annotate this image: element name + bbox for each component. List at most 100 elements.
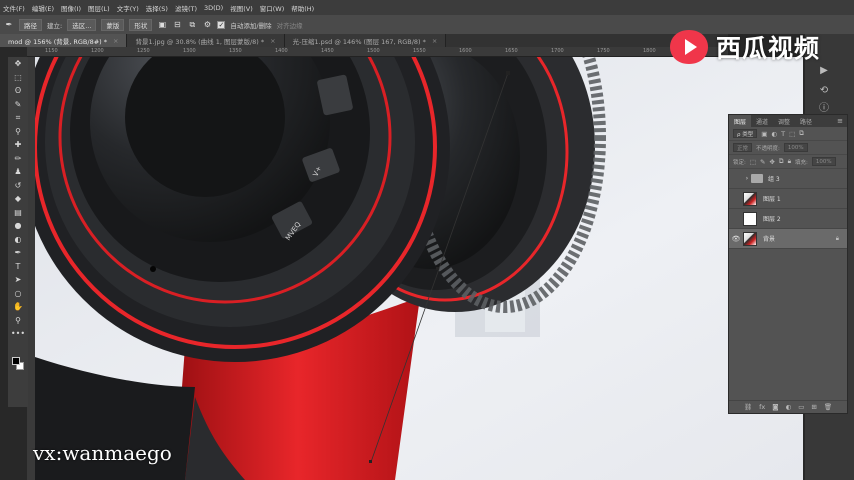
lasso-tool-icon[interactable]: ʘ [8,84,28,98]
delete-layer-icon[interactable]: 🗑︎ [824,403,832,411]
chevron-right-icon[interactable]: › [743,175,751,182]
fill-field[interactable]: 100% [811,157,836,166]
folder-icon [751,174,763,183]
add-mask-icon[interactable]: ◙ [772,403,778,411]
menu-item[interactable]: 3D(D) [204,4,223,12]
dodge-tool-icon[interactable]: ◐ [8,233,28,247]
document-canvas[interactable]: MVEQ V+ [35,57,803,480]
blend-mode-select[interactable]: 正常 [733,143,753,152]
make-mask-button[interactable]: 蒙版 [101,18,125,31]
adjustment-layer-icon[interactable]: ◐ [786,403,792,411]
menu-item[interactable]: 图像(I) [61,3,81,13]
opacity-field[interactable]: 100% [783,143,808,152]
stamp-tool-icon[interactable]: ♟ [8,165,28,179]
path-alignment-icon[interactable]: ⊟ [172,20,182,30]
settings-gear-icon[interactable]: ⚙ [202,20,212,30]
document-tab-3[interactable]: 光-压缩1.psd @ 146% (图层 167, RGB/8) * × [284,34,447,47]
tab-paths[interactable]: 路径 [795,115,817,127]
auto-add-delete-checkbox[interactable]: ✓ [217,20,226,29]
document-tab-2[interactable]: 背景1.jpg @ 30.8% (曲线 1, 图层蒙版/8) * × [127,34,285,47]
layer-list: › 组 3 图层 1 图层 2 👁︎ 背景 🔒︎ [729,169,847,249]
path-select-tool-icon[interactable]: ➤ [8,273,28,287]
menu-item[interactable]: 文字(Y) [117,3,139,13]
gradient-tool-icon[interactable]: ▤ [8,206,28,220]
filter-smart-icon[interactable]: ⧉ [799,129,804,138]
tab-channels[interactable]: 通道 [751,115,773,127]
tab-adjustments[interactable]: 调整 [773,115,795,127]
history-brush-tool-icon[interactable]: ↺ [8,179,28,193]
more-tools-icon[interactable]: ••• [8,327,28,341]
pen-mode-select[interactable]: 路径 [19,18,42,31]
lock-all-icon[interactable]: 🔒︎ [788,157,791,166]
filter-adjust-icon[interactable]: ◐ [771,130,777,138]
make-selection-button[interactable]: 选区... [67,18,97,31]
play-icon[interactable]: ▶ [817,64,831,78]
new-group-icon[interactable]: ▭ [798,403,804,411]
tab-title: 光-压缩1.psd @ 146% (图层 167, RGB/8) * [292,37,426,46]
menu-item[interactable]: 图层(L) [88,3,110,13]
layer-row-background[interactable]: 👁︎ 背景 🔒︎ [729,229,847,249]
eraser-tool-icon[interactable]: ◆ [8,192,28,206]
menu-item[interactable]: 滤镜(T) [175,3,197,13]
menu-item[interactable]: 选择(S) [146,3,168,13]
marquee-tool-icon[interactable]: ⬚ [8,71,28,85]
document-tab-1[interactable]: mod @ 156% (背景, RGB/8#) * × [0,34,128,47]
menu-item[interactable]: 编辑(E) [32,3,54,13]
brush-tool-icon[interactable]: ✏ [8,152,28,166]
pen-tool-preset-icon[interactable]: ✒ [4,20,14,30]
zoom-tool-icon[interactable]: ⚲ [8,314,28,328]
lock-artboard-icon[interactable]: ⧉ [779,157,784,166]
eyedropper-tool-icon[interactable]: ⚲ [8,125,28,139]
filter-type-icon[interactable]: T [781,130,785,138]
quick-select-tool-icon[interactable]: ✎ [8,98,28,112]
lock-row: 锁定: ⬚ ✎ ✥ ⧉ 🔒︎ 填充: 100% [729,155,847,169]
lock-pixels-icon[interactable]: ⬚ [750,158,756,166]
layer-name: 背景 [763,236,776,243]
path-arrangement-icon[interactable]: ⧉ [187,20,197,30]
layer-filter-kind-select[interactable]: ρ 类型 [733,129,758,138]
new-layer-icon[interactable]: ⊞ [811,403,816,411]
lock-paint-icon[interactable]: ✎ [760,158,765,166]
hand-tool-icon[interactable]: ✋ [8,300,28,314]
layer-style-icon[interactable]: fx [759,403,765,411]
menu-item[interactable]: 视图(V) [230,3,253,13]
layer-row-group[interactable]: › 组 3 [729,169,847,189]
close-icon[interactable]: × [432,37,437,45]
history-icon[interactable]: ⟲ [817,84,831,98]
shape-tool-icon[interactable]: ○ [8,287,28,301]
blend-row: 正常 不透明度: 100% [729,141,847,155]
menu-item[interactable]: 帮助(H) [291,3,314,13]
ruler-label: 1200 [91,48,104,54]
tab-layers[interactable]: 图层 [729,115,752,127]
panel-menu-icon[interactable]: ≡ [837,117,843,125]
type-tool-icon[interactable]: T [8,260,28,274]
ruler-label: 1500 [367,48,380,54]
foreground-color-swatch[interactable] [12,357,20,365]
make-shape-button[interactable]: 形状 [129,18,153,31]
tab-title: 背景1.jpg @ 30.8% (曲线 1, 图层蒙版/8) * [135,37,265,46]
make-label: 建立: [47,21,63,30]
left-ruler [27,57,35,480]
healing-tool-icon[interactable]: ✚ [8,138,28,152]
top-ruler: 1150 1200 1250 1300 1350 1400 1450 1500 1550 1600… [27,47,728,57]
layer-row[interactable]: 图层 1 [729,189,847,209]
link-layers-icon[interactable]: ⛓ [744,403,752,411]
ruler-label: 1400 [275,48,288,54]
menu-item[interactable]: 文件(F) [3,3,25,13]
layer-row[interactable]: 图层 2 [729,209,847,229]
menu-item[interactable]: 窗口(W) [260,3,285,13]
crop-tool-icon[interactable]: ⌗ [8,111,28,125]
eye-icon[interactable]: 👁︎ [729,235,743,243]
close-icon[interactable]: × [113,37,118,45]
filter-shape-icon[interactable]: ⬚ [789,130,795,138]
lock-position-icon[interactable]: ✥ [769,158,774,166]
layer-thumbnail [743,211,757,226]
pen-tool-icon[interactable]: ✒ [8,246,28,260]
close-icon[interactable]: × [270,37,275,45]
path-operations-icon[interactable]: ▣ [157,20,167,30]
fill-label: 填充: [795,159,808,166]
filter-pixel-icon[interactable]: ▣ [761,130,767,138]
move-tool-icon[interactable]: ✥ [8,57,28,71]
blur-tool-icon[interactable]: ● [8,219,28,233]
align-edges-label[interactable]: 对齐边缘 [277,20,303,30]
